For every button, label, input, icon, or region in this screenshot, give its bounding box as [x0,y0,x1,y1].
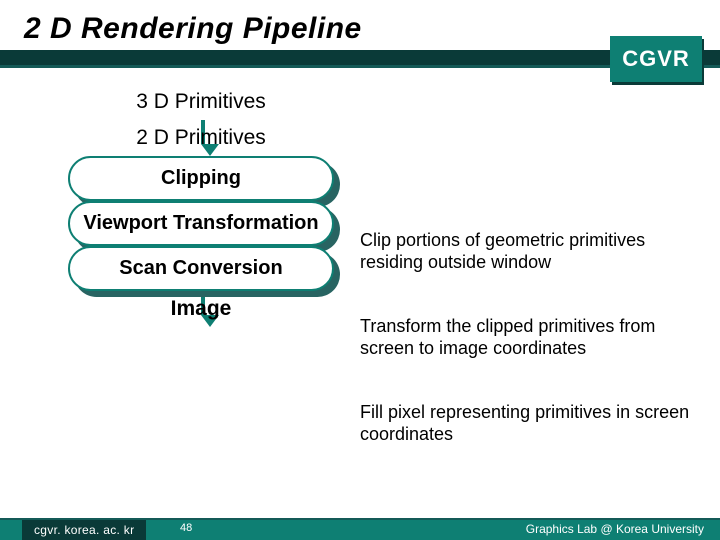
brand-label: CGVR [622,46,690,72]
pipeline-column: 3 D Primitives 2 D Primitives Clipping V… [68,84,334,327]
desc-viewport: Transform the clipped primitives from sc… [360,316,700,359]
footer: cgvr. korea. ac. kr 48 Graphics Lab @ Ko… [0,518,720,540]
footer-url: cgvr. korea. ac. kr [22,520,146,540]
stage-label: Scan Conversion [68,246,334,291]
footer-credit: Graphics Lab @ Korea University [526,522,704,536]
brand-badge: CGVR [610,36,702,82]
stage-scan-conversion: Scan Conversion [68,246,334,291]
stage-label: Viewport Transformation [68,201,334,246]
slide-title: 2 D Rendering Pipeline [24,12,362,46]
stage-2d-primitives: 2 D Primitives [68,120,334,156]
slide: 2 D Rendering Pipeline CGVR 3 D Primitiv… [0,0,720,540]
desc-scan: Fill pixel representing primitives in sc… [360,402,700,445]
stage-clipping: Clipping [68,156,334,201]
stage-viewport-transformation: Viewport Transformation [68,201,334,246]
stage-label: Clipping [68,156,334,201]
desc-clipping: Clip portions of geometric primitives re… [360,230,700,273]
stage-3d-primitives: 3 D Primitives [68,84,334,120]
slide-number: 48 [180,522,192,534]
